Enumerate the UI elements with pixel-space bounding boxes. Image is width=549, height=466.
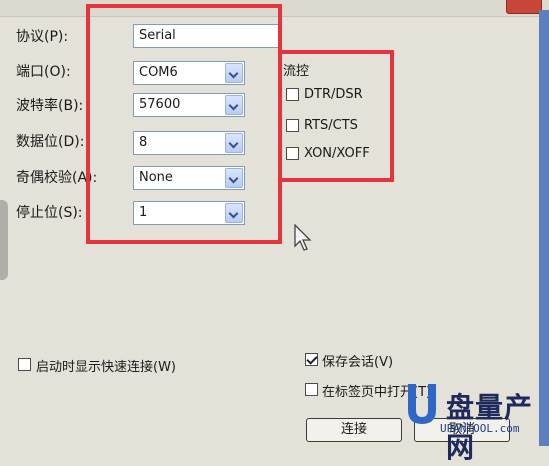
port-label: 端口(O): [16,64,71,80]
xon-xoff-checkbox[interactable] [286,147,299,160]
close-button[interactable] [506,0,542,14]
stopbits-label: 停止位(S): [16,205,83,221]
rts-cts-label: RTS/CTS [304,118,358,133]
watermark-site: UPANTOOL.com [440,422,520,435]
dtr-dsr-checkbox[interactable] [286,88,299,101]
xon-xoff-label: XON/XOFF [304,146,370,161]
window-shadow [0,200,8,280]
mouse-pointer-icon [294,224,312,251]
save-session-label: 保存会话(V) [322,355,394,370]
baud-label: 波特率(B): [16,98,84,114]
watermark: 盘量产网 UPANTOOL.com [402,376,542,464]
dtr-dsr-label: DTR/DSR [304,87,363,102]
rts-cts-checkbox[interactable] [286,119,299,132]
save-session-checkbox[interactable] [305,353,318,366]
serial-settings-highlight [86,4,282,244]
protocol-label: 协议(P): [16,29,69,45]
databits-label: 数据位(D): [16,134,85,150]
connect-button[interactable]: 连接 [306,418,402,442]
quick-connect-checkbox[interactable] [18,358,31,371]
quick-connect-label: 启动时显示快速连接(W) [36,360,176,375]
flow-control-title: 流控 [283,64,310,79]
open-in-tab-checkbox[interactable] [305,383,318,396]
upan-logo-icon [408,384,436,424]
